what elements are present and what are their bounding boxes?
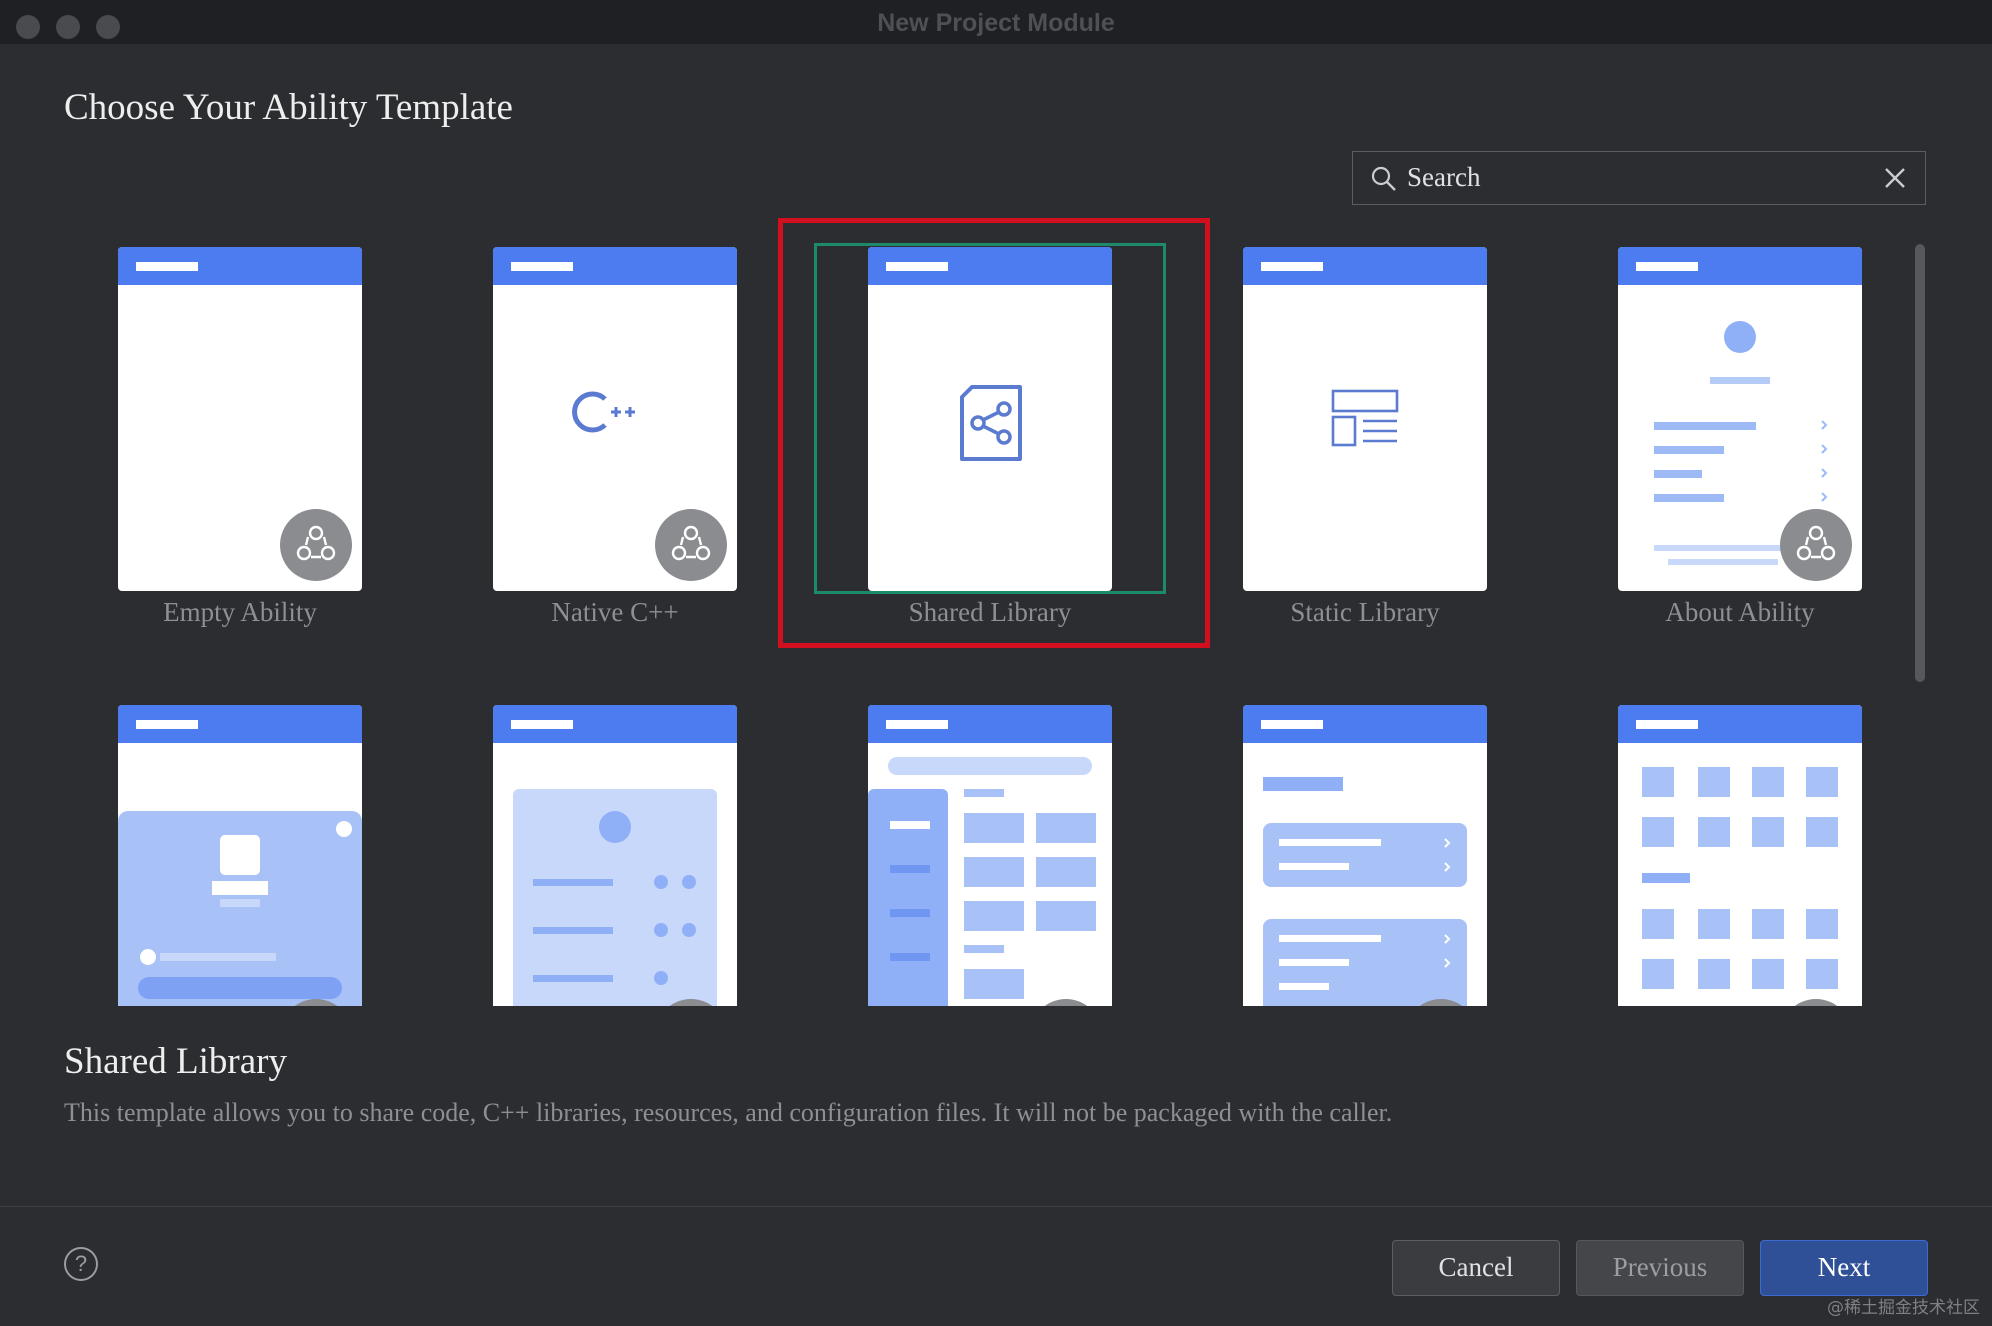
template-card-card-list[interactable] xyxy=(1243,705,1487,1006)
search-input[interactable]: Search xyxy=(1352,151,1926,205)
template-preview xyxy=(493,247,737,591)
harmony-badge-icon xyxy=(280,509,352,581)
template-card-login[interactable] xyxy=(118,705,362,1006)
next-button[interactable]: Next xyxy=(1760,1240,1928,1296)
harmony-badge-icon xyxy=(655,509,727,581)
watermark: @稀土掘金技术社区 xyxy=(1827,1298,1980,1318)
detail-list-preview xyxy=(513,789,717,1006)
preview-header-bar xyxy=(118,247,362,285)
template-label: Native C++ xyxy=(551,597,679,627)
sidebar-grid-preview xyxy=(868,757,1096,1006)
template-label: Static Library xyxy=(1290,597,1440,627)
template-label: Empty Ability xyxy=(163,597,317,627)
template-card-sidebar-grid[interactable] xyxy=(868,705,1112,1006)
description-title: Shared Library xyxy=(64,1041,287,1082)
harmony-badge-icon xyxy=(1780,509,1852,581)
window-title: New Project Module xyxy=(877,9,1115,37)
close-icon[interactable] xyxy=(1883,166,1907,190)
template-card-detail-list[interactable] xyxy=(493,705,737,1006)
icon-grid-preview xyxy=(1642,767,1838,989)
selected-template-outline xyxy=(814,243,1166,594)
cancel-button[interactable]: Cancel xyxy=(1392,1240,1560,1296)
page-title: Choose Your Ability Template xyxy=(64,87,513,128)
title-bar: New Project Module xyxy=(0,0,1992,44)
static-library-icon xyxy=(1331,389,1399,447)
card-list-preview xyxy=(1263,777,1467,1006)
search-icon xyxy=(1371,166,1396,191)
description-text: This template allows you to share code, … xyxy=(64,1098,1393,1127)
footer-divider xyxy=(0,1206,1992,1207)
previous-button[interactable]: Previous xyxy=(1576,1240,1744,1296)
template-label: About Ability xyxy=(1665,597,1815,627)
help-icon[interactable]: ? xyxy=(64,1247,98,1281)
template-preview xyxy=(1243,247,1487,591)
vertical-scrollbar[interactable] xyxy=(1915,244,1925,682)
template-preview xyxy=(1618,247,1862,591)
template-preview xyxy=(118,247,362,591)
search-placeholder: Search xyxy=(1407,162,1481,192)
login-preview xyxy=(118,811,362,1006)
template-card-icon-grid[interactable] xyxy=(1618,705,1862,1006)
